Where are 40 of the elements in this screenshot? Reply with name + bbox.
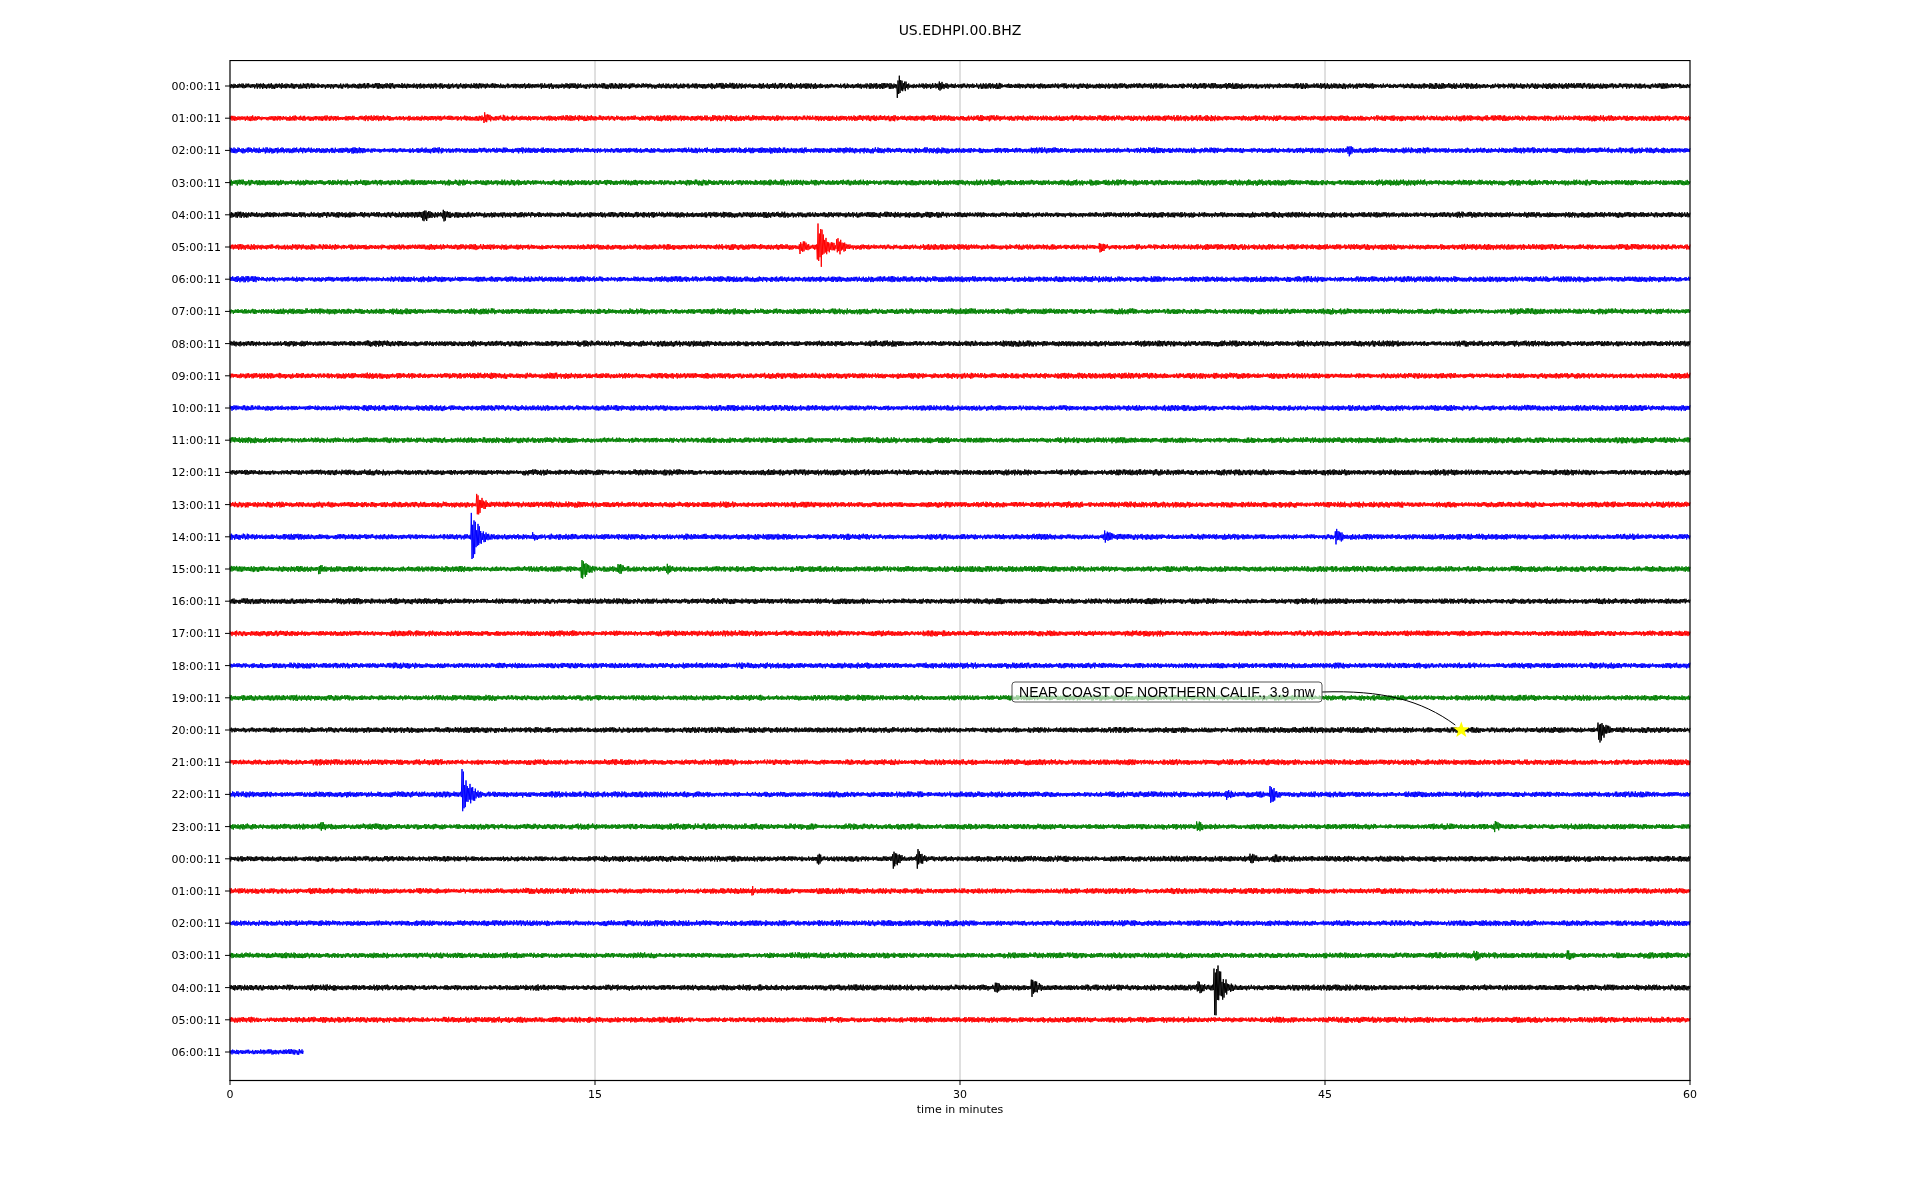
star-icon bbox=[1453, 721, 1470, 737]
row-time-label: 04:00:11 bbox=[171, 981, 221, 995]
row-time-label: 13:00:11 bbox=[171, 498, 221, 512]
row-time-label: 10:00:11 bbox=[171, 402, 221, 415]
row-time-label: 21:00:11 bbox=[171, 756, 221, 770]
row-time-label: 17:00:11 bbox=[171, 627, 221, 641]
row-time-label: 08:00:11 bbox=[171, 337, 221, 351]
x-tick-label: 45 bbox=[1318, 1088, 1332, 1101]
row-time-label: 07:00:11 bbox=[171, 305, 221, 319]
row-time-label: 11:00:11 bbox=[171, 434, 221, 448]
x-tick-label: 60 bbox=[1683, 1088, 1697, 1101]
row-time-label: 04:00:11 bbox=[171, 208, 221, 222]
x-tick-label: 30 bbox=[953, 1088, 967, 1101]
row-time-label: 19:00:11 bbox=[171, 691, 221, 705]
row-time-label: 15:00:11 bbox=[171, 563, 221, 576]
row-time-label: 16:00:11 bbox=[171, 595, 221, 609]
row-time-label: 01:00:11 bbox=[171, 112, 221, 126]
plot-title: US.EDHPI.00.BHZ bbox=[898, 22, 1022, 38]
row-time-label: 14:00:11 bbox=[171, 530, 221, 544]
row-time-label: 12:00:11 bbox=[171, 466, 221, 480]
row-time-label: 23:00:11 bbox=[171, 820, 221, 834]
row-time-label: 09:00:11 bbox=[171, 369, 221, 383]
row-time-label: 18:00:11 bbox=[171, 659, 221, 673]
x-axis-label: time in minutes bbox=[916, 1103, 1004, 1116]
x-tick-label: 0 bbox=[226, 1088, 234, 1101]
row-time-label: 20:00:11 bbox=[171, 724, 221, 737]
row-time-label: 03:00:11 bbox=[171, 176, 221, 190]
row-time-label: 05:00:11 bbox=[171, 241, 221, 254]
row-time-label: 06:00:11 bbox=[171, 1046, 221, 1059]
row-time-label: 05:00:11 bbox=[171, 1013, 221, 1027]
row-time-label: 00:00:11 bbox=[171, 852, 221, 866]
row-time-label: 03:00:11 bbox=[171, 949, 221, 963]
row-time-label: 01:00:11 bbox=[171, 885, 221, 898]
row-time-label: 02:00:11 bbox=[171, 144, 221, 158]
row-time-label: 00:00:11 bbox=[171, 80, 221, 93]
row-time-label: 02:00:11 bbox=[171, 917, 221, 931]
row-time-label: 06:00:11 bbox=[171, 273, 221, 287]
x-tick-label: 15 bbox=[588, 1088, 602, 1101]
event-annotation: NEAR COAST OF NORTHERN CALIF., 3.9 mw bbox=[1011, 681, 1323, 703]
row-time-label: 22:00:11 bbox=[171, 788, 221, 802]
